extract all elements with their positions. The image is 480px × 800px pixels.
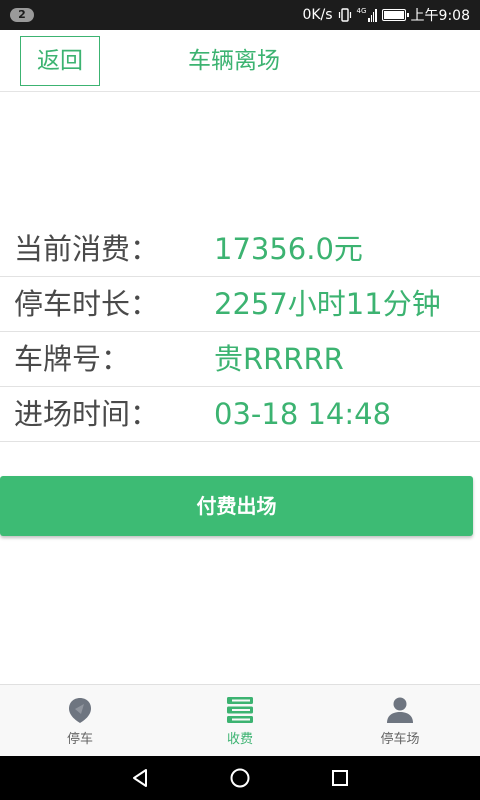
entry-time-value: 03-18 14:48 (214, 397, 392, 431)
tab-parking-lot[interactable]: 停车场 (320, 685, 480, 756)
info-row-entry-time: 进场时间： 03-18 14:48 (0, 387, 480, 442)
plate-label: 车牌号： (14, 342, 131, 376)
system-nav-bar (0, 756, 480, 800)
status-bar: 2 0K/s 4G 上午9:08 (0, 0, 480, 30)
duration-label: 停车时长： (14, 287, 160, 321)
parking-info-list: 当前消费： 17356.0元 停车时长： 2257小时11分钟 车牌号： 贵RR… (0, 222, 480, 442)
entry-time-label: 进场时间： (14, 397, 160, 431)
header: 返回 车辆离场 (0, 30, 480, 92)
back-button[interactable]: 返回 (20, 36, 100, 86)
network-speed: 0K/s (302, 7, 333, 23)
status-time: 上午9:08 (410, 8, 470, 24)
payment-list-icon (227, 697, 253, 723)
notification-count-badge: 2 (10, 8, 34, 22)
network-type-label: 4G (356, 7, 367, 15)
home-circle-icon[interactable] (229, 767, 251, 789)
user-icon (387, 697, 413, 723)
fee-label: 当前消费： (14, 232, 160, 266)
recents-square-icon[interactable] (329, 767, 351, 789)
info-row-fee: 当前消费： 17356.0元 (0, 222, 480, 277)
back-triangle-icon[interactable] (129, 767, 151, 789)
tab-label: 收费 (226, 732, 253, 747)
info-row-plate: 车牌号： 贵RRRRR (0, 332, 480, 387)
vibrate-icon (338, 8, 351, 22)
info-row-duration: 停车时长： 2257小时11分钟 (0, 277, 480, 332)
tab-label: 停车场 (380, 732, 420, 747)
signal-icon: 4G (357, 8, 377, 22)
fee-value: 17356.0元 (214, 232, 363, 266)
plate-value: 贵RRRRR (214, 342, 344, 376)
battery-icon (381, 9, 409, 21)
page-title: 车辆离场 (188, 48, 280, 74)
duration-value: 2257小时11分钟 (214, 287, 441, 321)
status-indicators: 0K/s 4G 上午9:08 (302, 0, 470, 30)
tab-charging[interactable]: 收费 (160, 685, 320, 756)
bottom-tab-bar: 停车 收费 停车场 (0, 684, 480, 756)
pay-and-exit-button[interactable]: 付费出场 (0, 476, 473, 536)
tab-label: 停车 (66, 732, 93, 747)
map-pin-icon (69, 698, 91, 723)
tab-parking[interactable]: 停车 (0, 685, 160, 756)
